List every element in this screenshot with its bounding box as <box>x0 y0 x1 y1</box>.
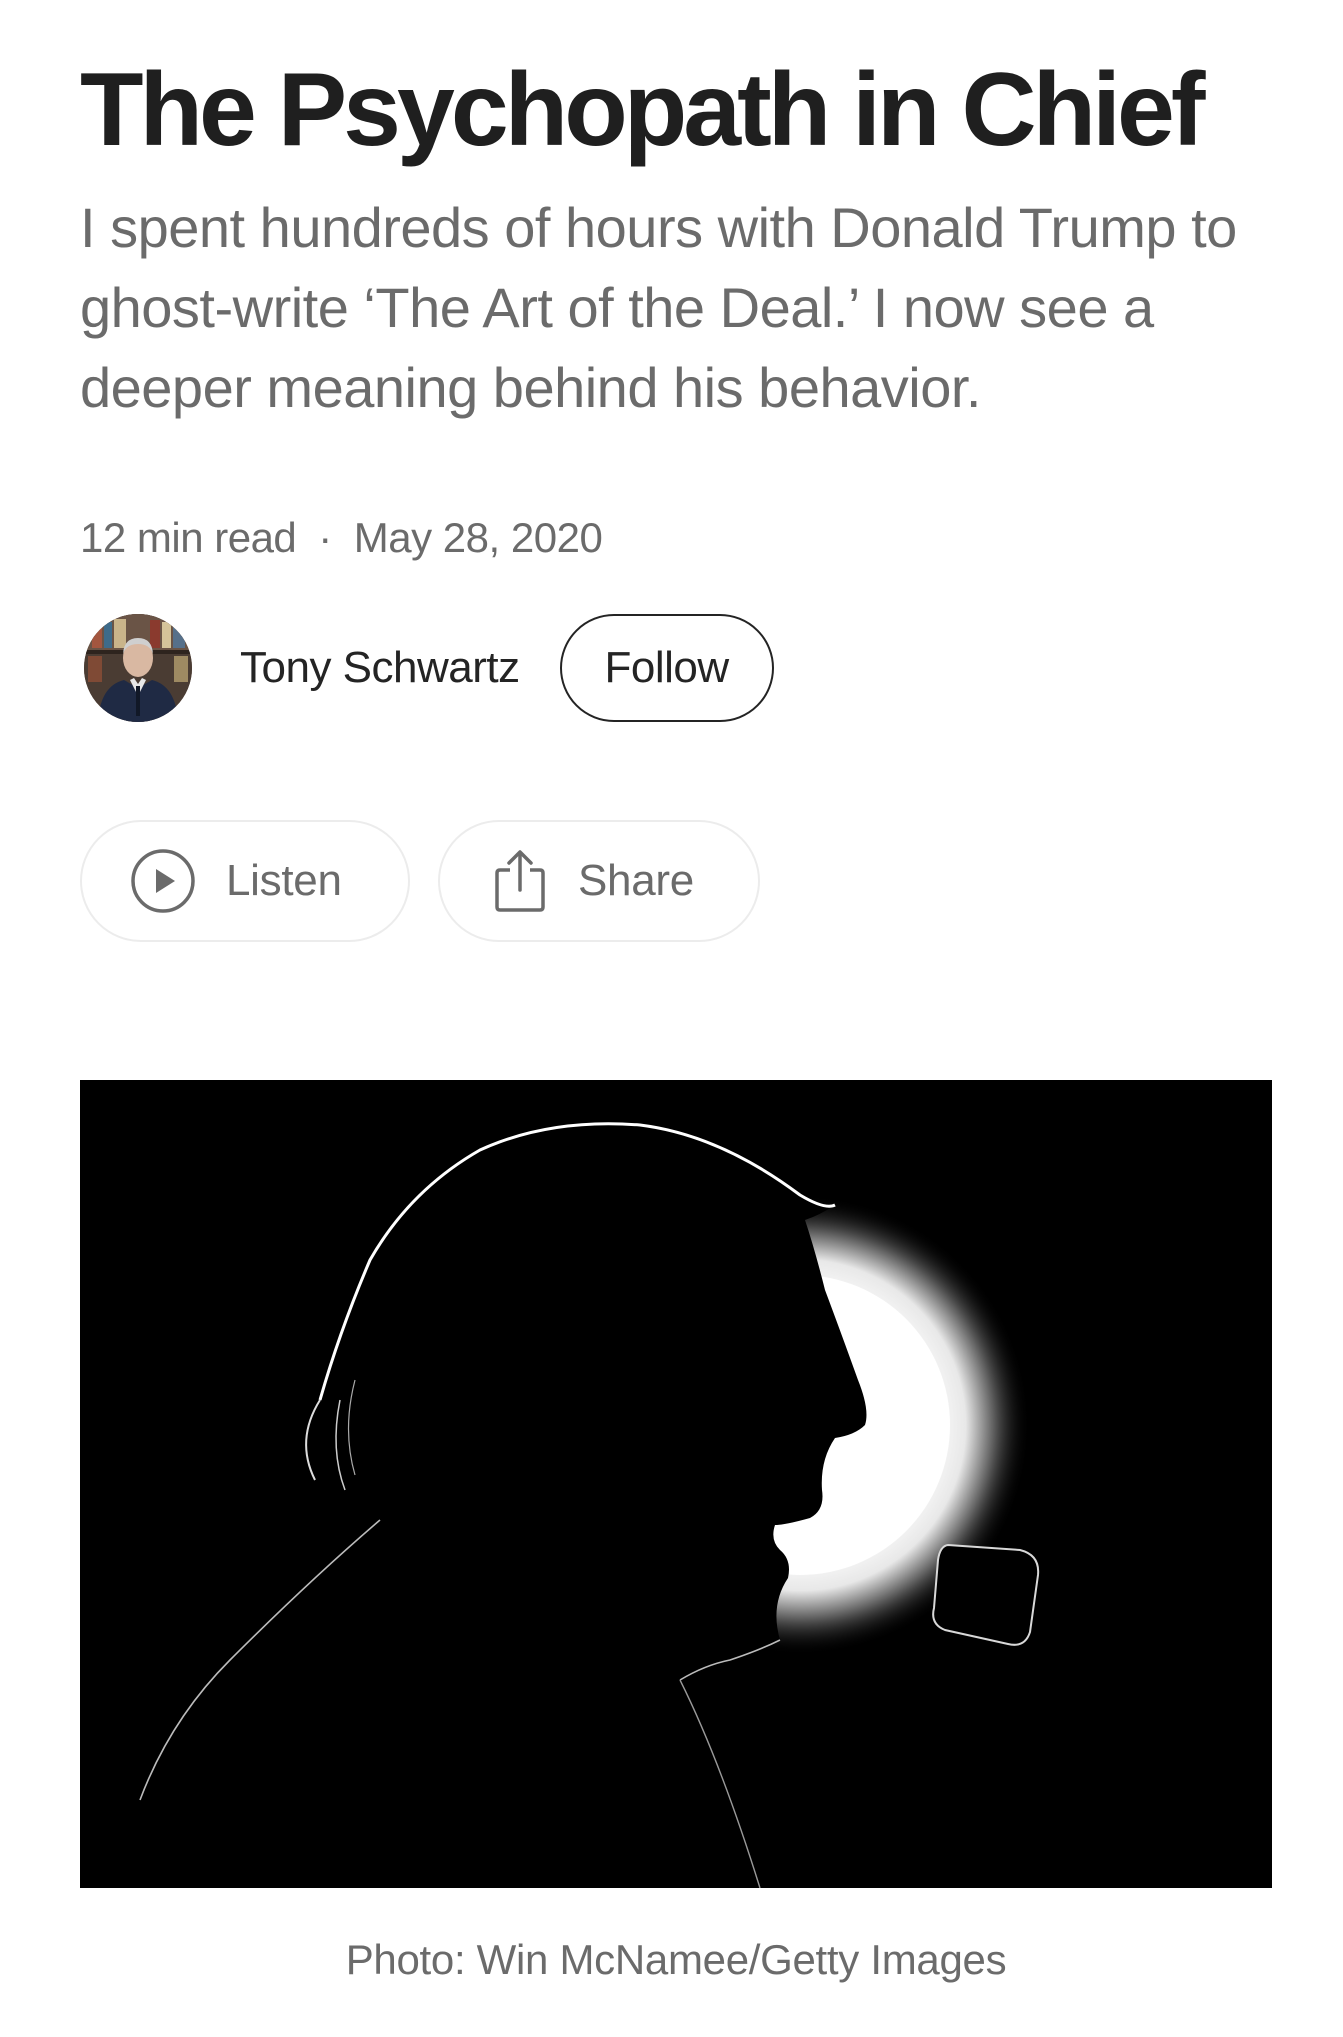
follow-button[interactable]: Follow <box>559 614 774 722</box>
article-meta: 12 min read · May 28, 2020 <box>80 510 603 566</box>
meta-separator: · <box>318 514 332 561</box>
author-name[interactable]: Tony Schwartz <box>240 643 520 693</box>
play-circle-icon <box>130 848 196 914</box>
action-row: Listen Share <box>80 820 760 942</box>
avatar-portrait-icon <box>84 614 192 722</box>
author-avatar[interactable] <box>84 614 192 722</box>
listen-label: Listen <box>226 856 342 905</box>
publish-date: May 28, 2020 <box>353 514 603 561</box>
share-icon <box>492 848 548 914</box>
share-button[interactable]: Share <box>438 820 760 942</box>
share-label: Share <box>578 856 694 905</box>
read-time: 12 min read <box>80 514 297 561</box>
author-row: Tony Schwartz Follow <box>84 612 774 724</box>
article-page: The Psychopath in Chief I spent hundreds… <box>0 0 1343 2037</box>
photo-caption: Photo: Win McNamee/Getty Images <box>345 1936 1007 1983</box>
listen-button[interactable]: Listen <box>80 820 410 942</box>
article-subtitle: I spent hundreds of hours with Donald Tr… <box>80 196 1237 419</box>
hero-photo[interactable] <box>80 1080 1272 1888</box>
silhouette-photo <box>80 1080 1272 1888</box>
article-title: The Psychopath in Chief <box>80 52 1205 168</box>
